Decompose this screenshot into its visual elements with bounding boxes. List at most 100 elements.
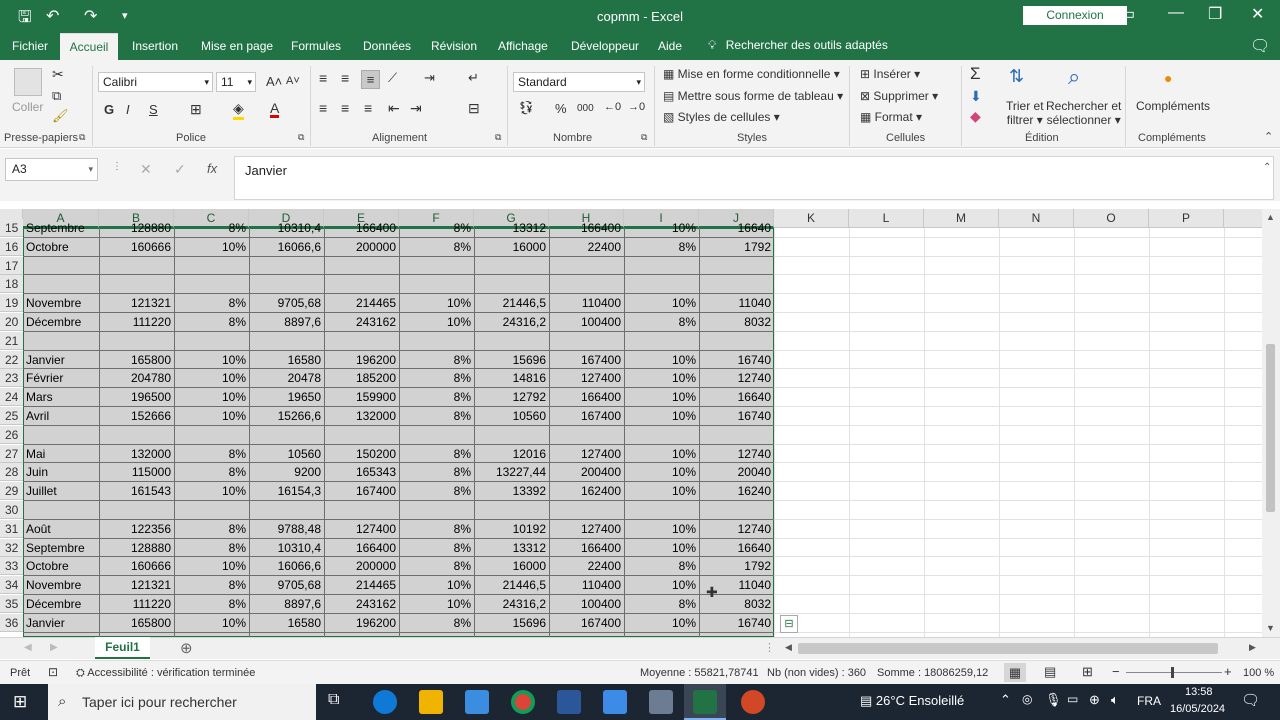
cell-b[interactable]: 111220 [99, 595, 174, 613]
cell-i[interactable]: 10% [624, 219, 699, 237]
bold-button[interactable]: G [104, 102, 114, 117]
cell-c[interactable]: 10% [174, 388, 249, 406]
powerpoint-icon[interactable] [741, 690, 765, 714]
orientation-icon[interactable]: ⟋ [388, 70, 397, 86]
cell-j[interactable] [699, 501, 774, 519]
cell-j[interactable]: 12740 [699, 445, 774, 463]
format-button[interactable]: ▦ Format ▾ [860, 110, 922, 124]
paste-button[interactable]: Coller [12, 100, 43, 114]
tab-insertion[interactable]: Insertion [132, 39, 178, 53]
cell-h[interactable]: 166400 [549, 219, 624, 237]
row-header[interactable]: 23 [0, 369, 23, 388]
cell-i[interactable]: 10% [624, 614, 699, 632]
cell-d[interactable] [249, 257, 324, 275]
enter-icon[interactable]: ✓ [174, 161, 186, 178]
borders-icon[interactable]: ⊞ [190, 101, 202, 118]
row-header[interactable]: 18 [0, 275, 23, 294]
cell-d[interactable]: 9705,68 [249, 576, 324, 594]
cell-j[interactable]: 16740 [699, 351, 774, 369]
network-icon[interactable]: ⊕ [1089, 692, 1100, 708]
tab-accueil[interactable]: Accueil [60, 33, 118, 60]
number-launcher-icon[interactable]: ⧉ [641, 132, 647, 143]
row-header[interactable]: 28 [0, 463, 23, 482]
cell-d[interactable]: 16154,3 [249, 482, 324, 500]
cell-j[interactable]: 16640 [699, 219, 774, 237]
cell-a[interactable]: Avril [23, 407, 99, 425]
cell-a[interactable] [23, 426, 99, 444]
chrome-icon[interactable] [511, 690, 535, 714]
wrap-text-icon[interactable]: ↵ [468, 70, 479, 86]
cell-f[interactable]: 8% [399, 463, 474, 481]
cell-g[interactable]: 12792 [474, 388, 549, 406]
cell-b[interactable] [99, 275, 174, 293]
cell-d[interactable]: 16066,6 [249, 238, 324, 256]
merge-center-icon[interactable]: ⊟ [468, 100, 480, 117]
clear-icon[interactable]: ◆ [970, 108, 981, 125]
horizontal-scroll-thumb[interactable] [798, 643, 1218, 654]
cell-f[interactable]: 10% [399, 576, 474, 594]
cell-j[interactable]: 1792 [699, 557, 774, 575]
cell-i[interactable]: 10% [624, 463, 699, 481]
cell-i[interactable]: 10% [624, 445, 699, 463]
formula-input[interactable]: Janvier [234, 156, 1274, 200]
cell-b[interactable]: 196500 [99, 388, 174, 406]
cell-e[interactable] [324, 332, 399, 350]
cell-e[interactable]: 167400 [324, 482, 399, 500]
cell-j[interactable]: 11040 [699, 294, 774, 312]
cell-a[interactable] [23, 501, 99, 519]
tab-mise-en-page[interactable]: Mise en page [201, 39, 273, 53]
minimize-icon[interactable]: — [1168, 4, 1184, 22]
cell-c[interactable]: 8% [174, 520, 249, 538]
cell-d[interactable]: 10560 [249, 445, 324, 463]
font-color-icon[interactable]: A [270, 101, 280, 118]
accessibility-status[interactable]: ⛭ Accessibilité : vérification terminée [76, 667, 255, 680]
cell-i[interactable] [624, 332, 699, 350]
fill-icon[interactable]: ⬇ [970, 88, 982, 105]
connexion-button[interactable]: Connexion [1023, 6, 1127, 25]
cell-i[interactable]: 10% [624, 388, 699, 406]
cell-d[interactable]: 19650 [249, 388, 324, 406]
row-header[interactable]: 24 [0, 388, 23, 407]
column-header-k[interactable]: K [774, 209, 849, 228]
cell-b[interactable]: 128880 [99, 539, 174, 557]
column-header-n[interactable]: N [999, 209, 1074, 228]
row-header[interactable]: 17 [0, 256, 23, 275]
cell-j[interactable]: 16740 [699, 407, 774, 425]
cell-f[interactable]: 8% [399, 369, 474, 387]
cell-j[interactable]: 16640 [699, 388, 774, 406]
cell-h[interactable] [549, 501, 624, 519]
cancel-icon[interactable]: ✕ [140, 161, 152, 178]
delete-button[interactable]: ⊠ Supprimer ▾ [860, 89, 938, 103]
cell-h[interactable]: 22400 [549, 557, 624, 575]
row-header[interactable]: 27 [0, 444, 23, 463]
cell-b[interactable]: 115000 [99, 463, 174, 481]
task-view-icon[interactable]: ⧉ [328, 691, 339, 709]
cell-a[interactable]: Juin [23, 463, 99, 481]
row-header[interactable]: 26 [0, 425, 23, 444]
cell-d[interactable]: 16066,6 [249, 557, 324, 575]
cell-g[interactable]: 10192 [474, 520, 549, 538]
cell-e[interactable]: 243162 [324, 595, 399, 613]
cell-b[interactable]: 165800 [99, 614, 174, 632]
cell-f[interactable] [399, 426, 474, 444]
battery-icon[interactable]: ▭ [1067, 692, 1078, 706]
cell-g[interactable]: 15696 [474, 614, 549, 632]
cell-d[interactable]: 9200 [249, 463, 324, 481]
paste-icon[interactable] [14, 68, 42, 96]
ribbon-display-icon[interactable]: ▭ [1120, 4, 1135, 24]
cell-a[interactable]: Janvier [23, 351, 99, 369]
cell-e[interactable]: 196200 [324, 614, 399, 632]
row-header[interactable]: 25 [0, 407, 23, 425]
cell-e[interactable] [324, 501, 399, 519]
cell-h[interactable]: 200400 [549, 463, 624, 481]
cell-g[interactable]: 21446,5 [474, 576, 549, 594]
increase-decimal-icon[interactable]: ←0 [604, 101, 621, 113]
cell-g[interactable]: 13312 [474, 539, 549, 557]
addins-button[interactable]: Compléments [1136, 99, 1210, 113]
cell-f[interactable]: 8% [399, 219, 474, 237]
cell-d[interactable] [249, 501, 324, 519]
vertical-scroll-thumb[interactable] [1266, 344, 1275, 512]
weather-widget[interactable]: ▤ 26°C Ensoleillé [860, 693, 964, 709]
cell-b[interactable]: 161543 [99, 482, 174, 500]
cell-i[interactable]: 8% [624, 238, 699, 256]
